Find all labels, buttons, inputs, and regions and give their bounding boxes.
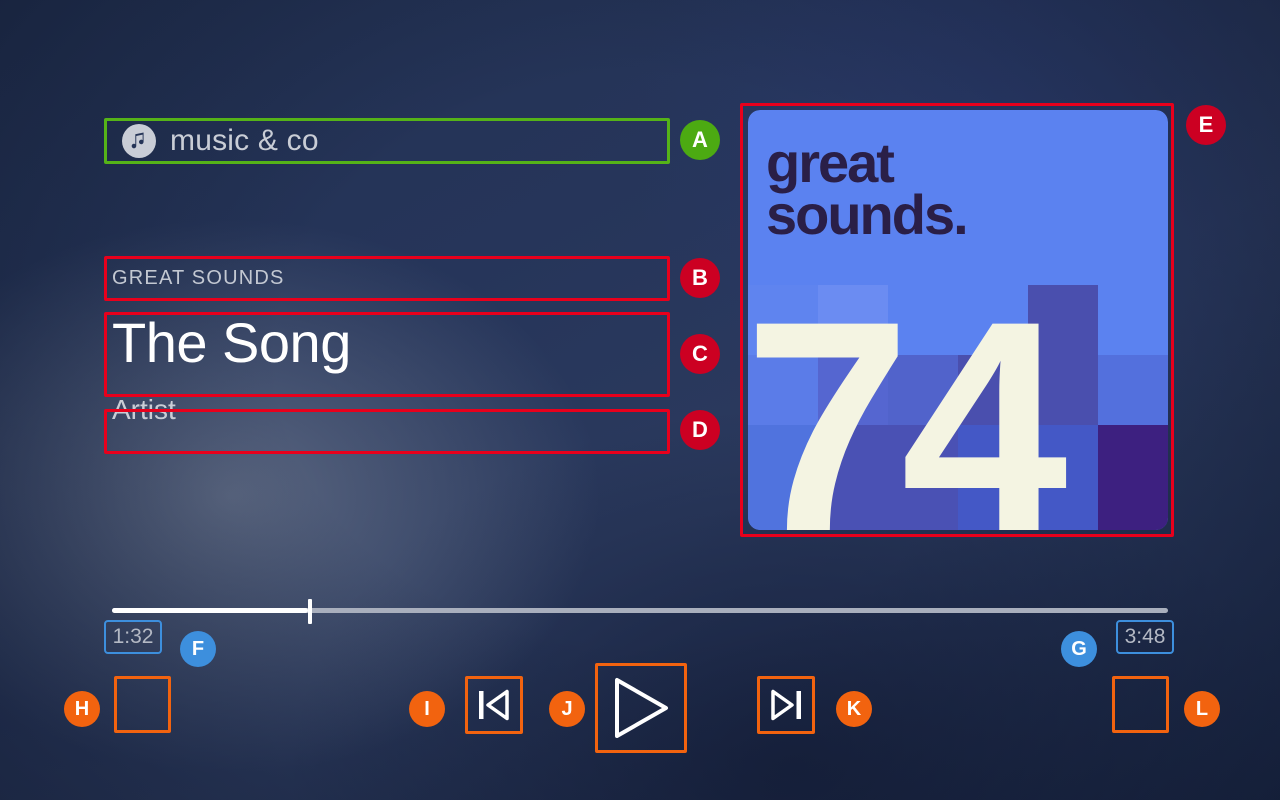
next-track-button[interactable] [757, 676, 815, 734]
elapsed-time: 1:32 [112, 625, 154, 648]
annotation-badge-b: B [680, 258, 720, 298]
skip-next-icon [768, 688, 804, 722]
remaining-time: 3:48 [1124, 625, 1166, 648]
annotation-badge-e: E [1186, 105, 1226, 145]
album-label-field[interactable]: GREAT SOUNDS [112, 258, 672, 298]
play-button[interactable] [595, 663, 687, 753]
music-note-icon [122, 124, 156, 158]
player-screen: music & co A GREAT SOUNDS The Song Artis… [0, 0, 1280, 800]
now-playing-meta: GREAT SOUNDS The Song Artist [112, 258, 672, 430]
album-art[interactable]: great sounds. 74 [748, 110, 1168, 530]
album-art-headline-line2: sounds. [766, 183, 967, 246]
annotation-badge-k: K [836, 691, 872, 727]
repeat-button[interactable] [1112, 676, 1169, 733]
annotation-badge-f: F [180, 631, 216, 667]
annotation-badge-a: A [680, 120, 720, 160]
progress-slider[interactable] [112, 599, 1168, 624]
annotation-badge-i: I [409, 691, 445, 727]
annotation-badge-d: D [680, 410, 720, 450]
skip-previous-icon [476, 688, 512, 722]
annotation-badge-h: H [64, 691, 100, 727]
play-icon [608, 676, 674, 740]
annotation-badge-l: L [1184, 691, 1220, 727]
annotation-badge-j: J [549, 691, 585, 727]
previous-track-button[interactable] [465, 676, 523, 734]
track-title-field[interactable]: The Song [112, 306, 672, 378]
app-name-field[interactable]: music & co [112, 120, 672, 162]
app-name-label: music & co [170, 124, 319, 157]
progress-handle[interactable] [308, 599, 313, 624]
annotation-badge-g: G [1061, 631, 1097, 667]
progress-fill [112, 608, 309, 613]
artist-name-field[interactable]: Artist [112, 390, 672, 430]
annotation-badge-c: C [680, 334, 720, 374]
shuffle-button[interactable] [114, 676, 171, 733]
album-art-big-number: 74 [748, 258, 1070, 530]
